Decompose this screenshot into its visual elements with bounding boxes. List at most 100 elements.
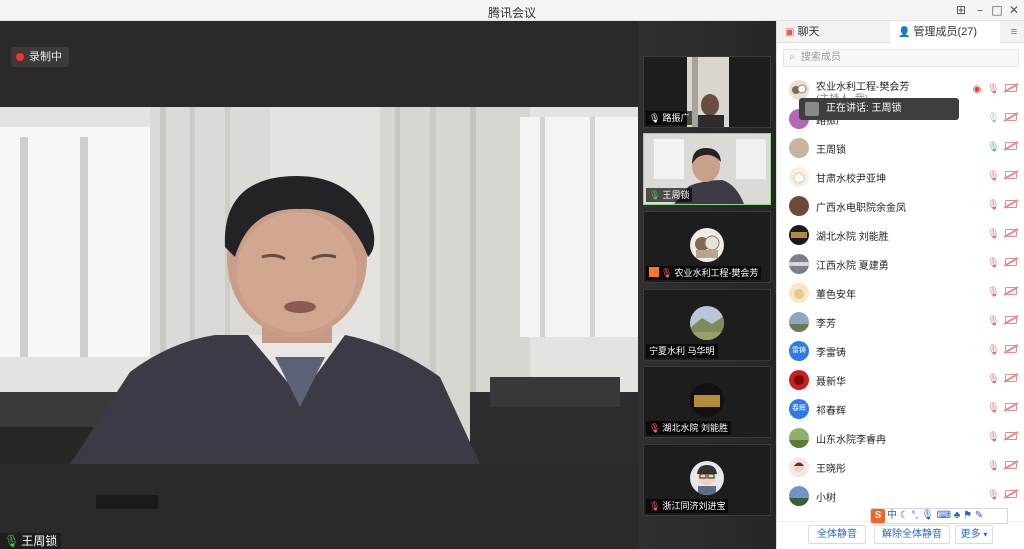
camera-off-icon[interactable] — [1004, 315, 1018, 329]
speaker-video — [0, 107, 638, 464]
mic-muted-icon[interactable]: 🎙 — [987, 489, 1000, 503]
chat-icon: ▣ — [785, 27, 795, 38]
avatar — [789, 312, 809, 332]
video-tile[interactable]: 🎙 王周锁 — [643, 133, 771, 205]
camera-off-icon[interactable] — [1004, 141, 1018, 155]
list-item[interactable]: 聂新华 🎙 — [777, 366, 1024, 395]
punctuation-icon[interactable]: °, — [912, 510, 919, 521]
pin-icon[interactable]: ⊞ — [952, 2, 970, 18]
sogou-logo-icon: S — [871, 509, 885, 523]
mic-muted-icon[interactable]: 🎙 — [987, 431, 1000, 445]
maximize-button[interactable]: □ — [988, 2, 1006, 18]
video-tile[interactable]: 🎙 路振广 — [643, 56, 771, 128]
mic-muted-icon[interactable]: 🎙 — [987, 83, 1000, 97]
shirt-icon[interactable]: ⚑ — [963, 510, 972, 521]
wrench-icon[interactable]: ✎ — [975, 510, 983, 521]
camera-off-icon[interactable] — [1004, 83, 1018, 97]
active-speaker-label: 🎙 王周锁 — [0, 533, 62, 549]
mic-active-icon[interactable]: 🎙 — [987, 141, 1000, 155]
mic-muted-icon: 🎙 — [661, 268, 673, 278]
panel-tabs: ▣ 聊天 👤 管理成员(27) ≡ — [777, 21, 1024, 43]
mic-icon[interactable]: 🎙 — [987, 112, 1000, 126]
more-button[interactable]: 更多 ▾ — [955, 525, 993, 544]
list-item[interactable]: 广西水电职院余金凤 🎙 — [777, 192, 1024, 221]
camera-off-icon[interactable] — [1004, 402, 1018, 416]
mic-muted-icon[interactable]: 🎙 — [987, 373, 1000, 387]
camera-off-icon[interactable] — [1004, 489, 1018, 503]
skin-icon[interactable]: ♣ — [954, 510, 961, 521]
member-name: 王周锁 — [816, 145, 846, 156]
minimize-button[interactable]: – — [971, 2, 989, 18]
mic-icon: 🎙 — [649, 113, 661, 123]
camera-off-icon[interactable] — [1004, 228, 1018, 242]
speaker-avatar — [805, 102, 819, 116]
tab-chat[interactable]: ▣ 聊天 — [777, 21, 889, 43]
moon-icon[interactable]: ☾ — [900, 510, 909, 521]
camera-off-icon[interactable] — [1004, 460, 1018, 474]
ime-toolbar[interactable]: S中 ☾ °, 🎙 ⌨ ♣ ⚑ ✎ — [870, 508, 1008, 524]
avatar: 春辉 — [789, 399, 809, 419]
recording-badge[interactable]: 录制中 — [11, 47, 69, 67]
mic-muted-icon[interactable]: 🎙 — [987, 257, 1000, 271]
list-item[interactable]: 春辉 祁春辉 🎙 — [777, 395, 1024, 424]
avatar — [789, 486, 809, 506]
recording-icon: ◉ — [972, 84, 982, 95]
mic-muted-icon[interactable]: 🎙 — [987, 286, 1000, 300]
list-item[interactable]: 董色安年 🎙 — [777, 279, 1024, 308]
member-name: 董色安年 — [816, 290, 856, 301]
camera-off-icon[interactable] — [1004, 199, 1018, 213]
mic-muted-icon[interactable]: 🎙 — [987, 460, 1000, 474]
unmute-all-button[interactable]: 解除全体静音 — [874, 525, 950, 544]
window-title: 腾讯会议 — [487, 6, 536, 20]
active-speaker-name: 王周锁 — [21, 534, 58, 548]
list-item[interactable]: 小树 🎙 — [777, 482, 1024, 506]
video-tile[interactable]: 🎙 农业水利工程-樊会芳 — [643, 211, 771, 283]
video-tile[interactable]: 🎙 浙江同济刘进宝 — [643, 444, 771, 516]
avatar — [789, 370, 809, 390]
mic-muted-icon[interactable]: 🎙 — [987, 315, 1000, 329]
mic-muted-icon[interactable]: 🎙 — [987, 402, 1000, 416]
panel-menu-button[interactable]: ≡ — [1003, 21, 1024, 43]
camera-off-icon[interactable] — [1004, 373, 1018, 387]
video-tile[interactable]: 🎙 湖北水院 刘能胜 — [643, 366, 771, 438]
list-item[interactable]: 湖北水院 刘能胜 🎙 — [777, 221, 1024, 250]
camera-off-icon[interactable] — [1004, 286, 1018, 300]
voice-icon[interactable]: 🎙 — [921, 510, 934, 521]
mic-muted-icon[interactable]: 🎙 — [987, 344, 1000, 358]
camera-off-icon[interactable] — [1004, 112, 1018, 126]
close-button[interactable]: ✕ — [1005, 2, 1023, 18]
list-item[interactable]: 雷铸 李雷铸 🎙 — [777, 337, 1024, 366]
list-item[interactable]: 山东水院李睿冉 🎙 — [777, 424, 1024, 453]
tab-members[interactable]: 👤 管理成员(27) — [890, 21, 1000, 43]
avatar-image — [695, 235, 720, 258]
mute-all-button[interactable]: 全体静音 — [808, 525, 866, 544]
member-search-input[interactable]: ⌕ 搜索成员 — [783, 49, 1019, 67]
avatar — [690, 383, 724, 417]
camera-off-icon[interactable] — [1004, 431, 1018, 445]
camera-off-icon[interactable] — [1004, 257, 1018, 271]
list-item[interactable]: 王晓彤 🎙 — [777, 453, 1024, 482]
mic-muted-icon[interactable]: 🎙 — [987, 228, 1000, 242]
member-name: 祁春辉 — [816, 406, 846, 417]
member-name: 山东水院李睿冉 — [816, 435, 886, 446]
speaker-video-frame — [0, 107, 638, 464]
mic-muted-icon: 🎙 — [649, 501, 661, 511]
list-item[interactable]: 李芳 🎙 — [777, 308, 1024, 337]
list-item[interactable]: 江西水院 夏建勇 🎙 — [777, 250, 1024, 279]
list-item[interactable]: 甘肃水校尹亚坤 🎙 — [777, 163, 1024, 192]
ime-mode[interactable]: 中 — [887, 510, 897, 521]
main-video-stage: 录制中 🎙 王周锁 — [0, 21, 638, 549]
keyboard-icon[interactable]: ⌨ — [937, 510, 951, 521]
list-item[interactable]: 王周锁 🎙 — [777, 134, 1024, 163]
record-icon — [16, 53, 24, 61]
camera-off-icon[interactable] — [1004, 344, 1018, 358]
avatar — [789, 283, 809, 303]
avatar — [789, 457, 809, 477]
video-tile[interactable]: 宁夏水利 马华明 — [643, 289, 771, 361]
ime-mini-toolbar[interactable] — [96, 495, 158, 509]
avatar — [789, 80, 809, 100]
search-icon: ⌕ — [789, 52, 795, 63]
mic-muted-icon[interactable]: 🎙 — [987, 170, 1000, 184]
mic-muted-icon[interactable]: 🎙 — [987, 199, 1000, 213]
camera-off-icon[interactable] — [1004, 170, 1018, 184]
